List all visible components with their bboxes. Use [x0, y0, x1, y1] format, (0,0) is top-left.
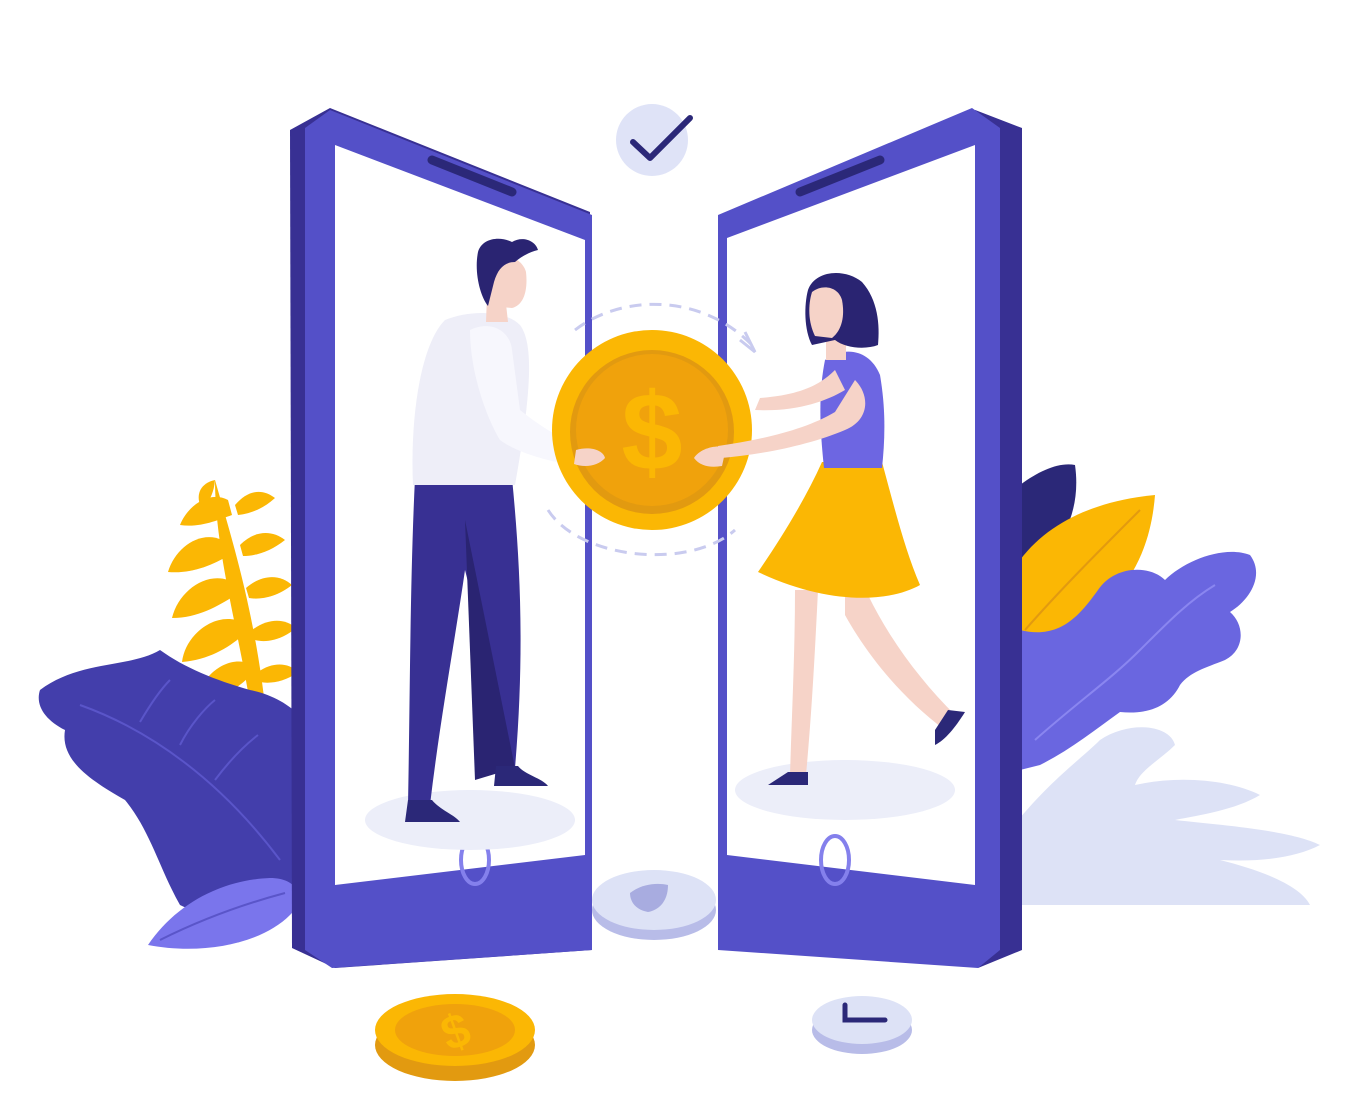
- shield-coin: [592, 870, 716, 940]
- dollar-coin-icon: $: [552, 330, 752, 530]
- svg-text:$: $: [621, 371, 682, 494]
- clock-coin: [812, 996, 912, 1054]
- woman-floor-shadow: [735, 760, 955, 820]
- dark-purple-leaf: [38, 650, 327, 918]
- woman-face: [809, 287, 844, 338]
- money-transfer-illustration: $ $: [38, 104, 1320, 1081]
- man-floor-shadow: [365, 790, 575, 850]
- left-plants: [38, 480, 327, 949]
- right-plants: [1010, 464, 1320, 905]
- check-badge: [616, 104, 693, 176]
- small-gold-coin: $: [375, 994, 535, 1081]
